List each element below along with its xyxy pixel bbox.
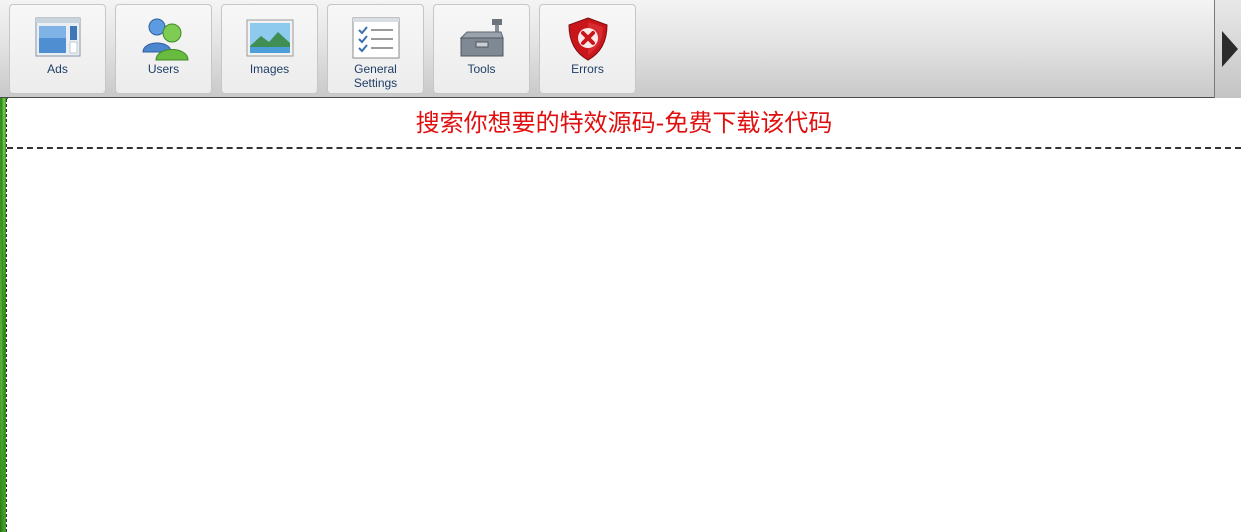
toolbar-button-errors[interactable]: Errors xyxy=(539,4,636,94)
toolbar-button-label: Errors xyxy=(571,62,604,76)
toolbox-icon xyxy=(459,19,504,57)
promo-banner-link[interactable]: 搜索你想要的特效源码-免费下载该代码 xyxy=(416,108,833,138)
toolbar-button-ads[interactable]: Ads xyxy=(9,4,106,94)
checklist-icon xyxy=(352,17,399,59)
icon-toolbar: Ads Users Images General Settings Tools … xyxy=(0,0,1241,98)
error-shield-icon xyxy=(567,17,608,61)
content-area: 搜索你想要的特效源码-免费下载该代码 xyxy=(6,99,1241,532)
toolbar-button-images[interactable]: Images xyxy=(221,4,318,94)
toolbar-button-label: Ads xyxy=(47,62,68,76)
toolbar-scroll-right-button[interactable] xyxy=(1214,0,1241,98)
toolbar-button-users[interactable]: Users xyxy=(115,4,212,94)
toolbar-button-label: Images xyxy=(249,62,290,76)
promo-banner: 搜索你想要的特效源码-免费下载该代码 xyxy=(7,99,1241,149)
users-icon xyxy=(141,18,189,61)
toolbar-button-label: Tools xyxy=(467,62,496,76)
toolbar-button-general-settings[interactable]: General Settings xyxy=(327,4,424,94)
toolbar-button-tools[interactable]: Tools xyxy=(433,4,530,94)
toolbar-button-label: Users xyxy=(147,62,180,76)
landscape-image-icon xyxy=(246,19,293,57)
ads-window-icon xyxy=(35,17,80,57)
arrow-right-icon xyxy=(1222,31,1238,67)
toolbar-button-label: General Settings xyxy=(353,62,398,90)
